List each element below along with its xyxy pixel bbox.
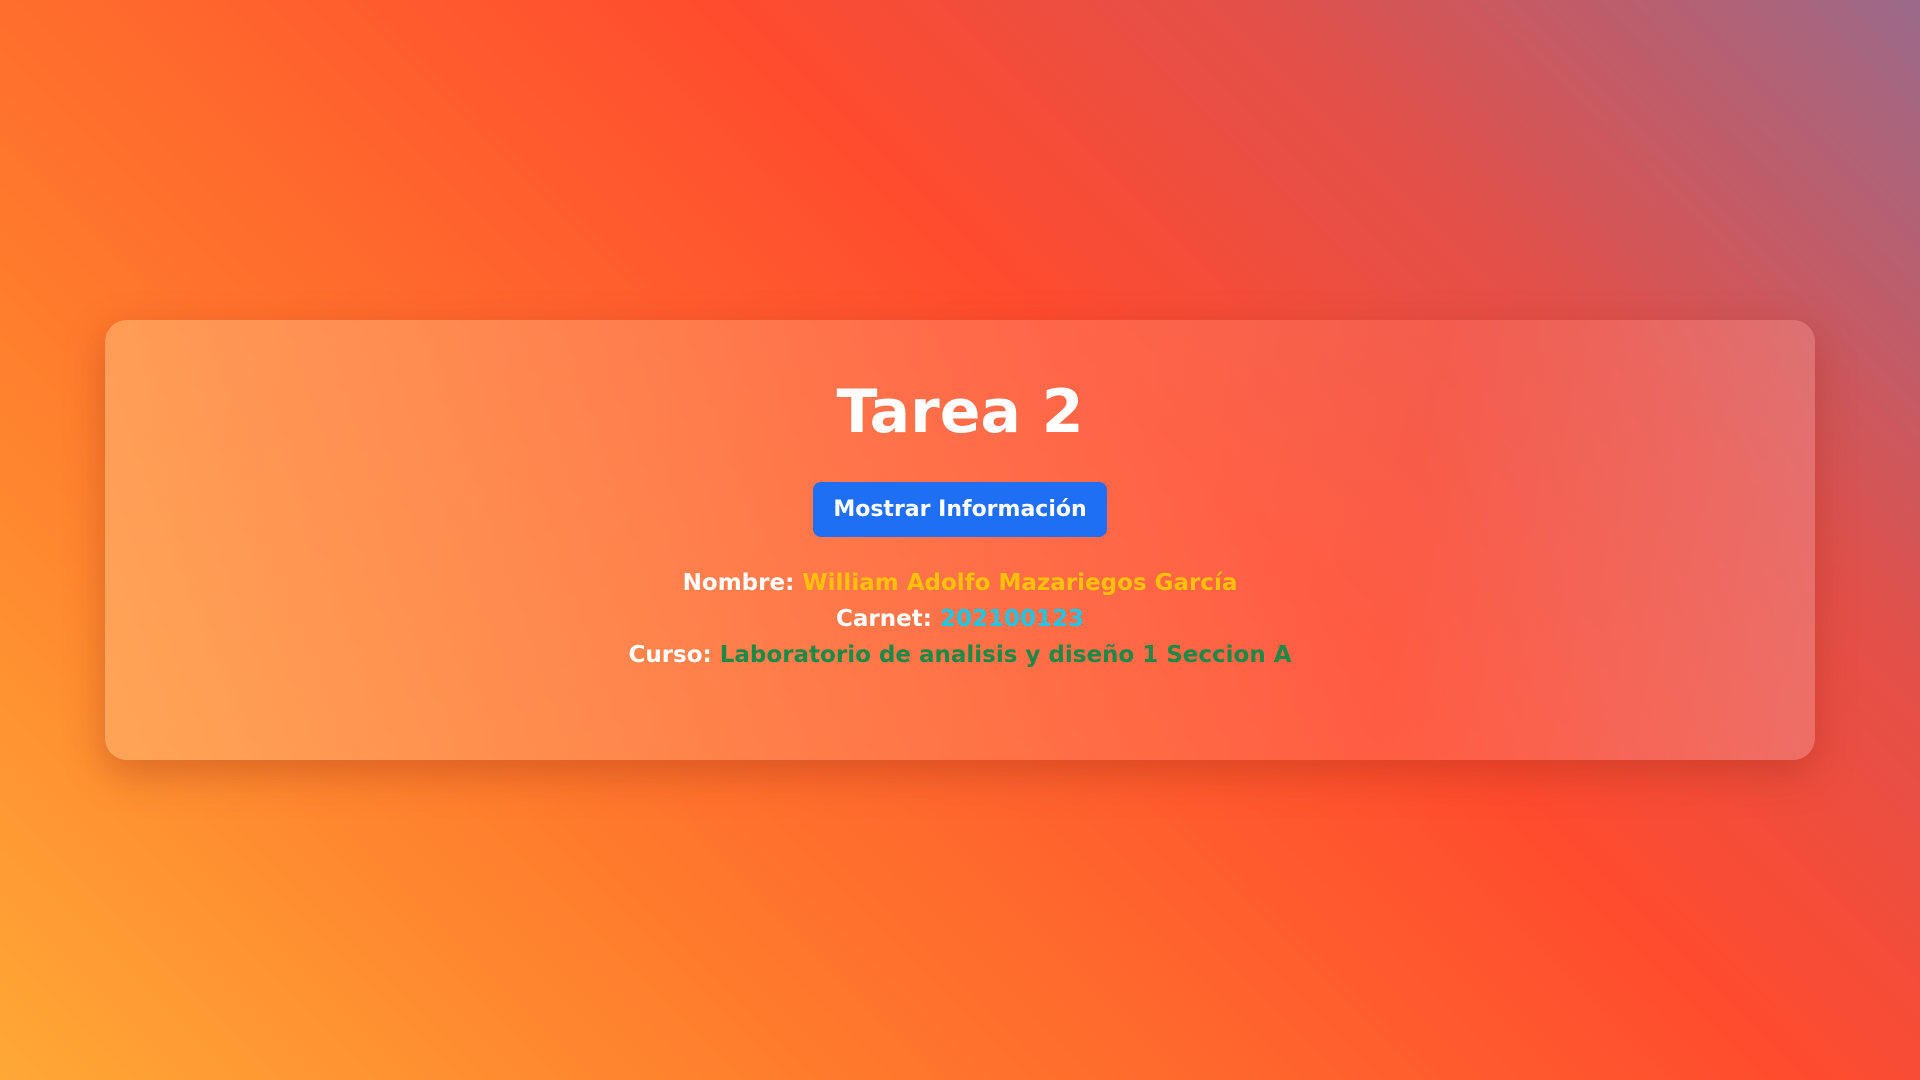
show-info-button[interactable]: Mostrar Información [813, 482, 1107, 537]
curso-row: Curso: Laboratorio de analisis y diseño … [105, 637, 1815, 673]
carnet-row: Carnet: 202100123 [105, 601, 1815, 637]
curso-value: Laboratorio de analisis y diseño 1 Secci… [719, 642, 1292, 668]
nombre-value: William Adolfo Mazariegos García [802, 570, 1238, 596]
info-card: Tarea 2 Mostrar Información Nombre: Will… [105, 320, 1815, 760]
nombre-row: Nombre: William Adolfo Mazariegos García [105, 565, 1815, 601]
carnet-label: Carnet: [836, 606, 932, 632]
carnet-value: 202100123 [939, 606, 1084, 632]
nombre-label: Nombre: [682, 570, 795, 596]
student-info: Nombre: William Adolfo Mazariegos García… [105, 565, 1815, 673]
curso-label: Curso: [628, 642, 712, 668]
page-title: Tarea 2 [836, 377, 1084, 447]
